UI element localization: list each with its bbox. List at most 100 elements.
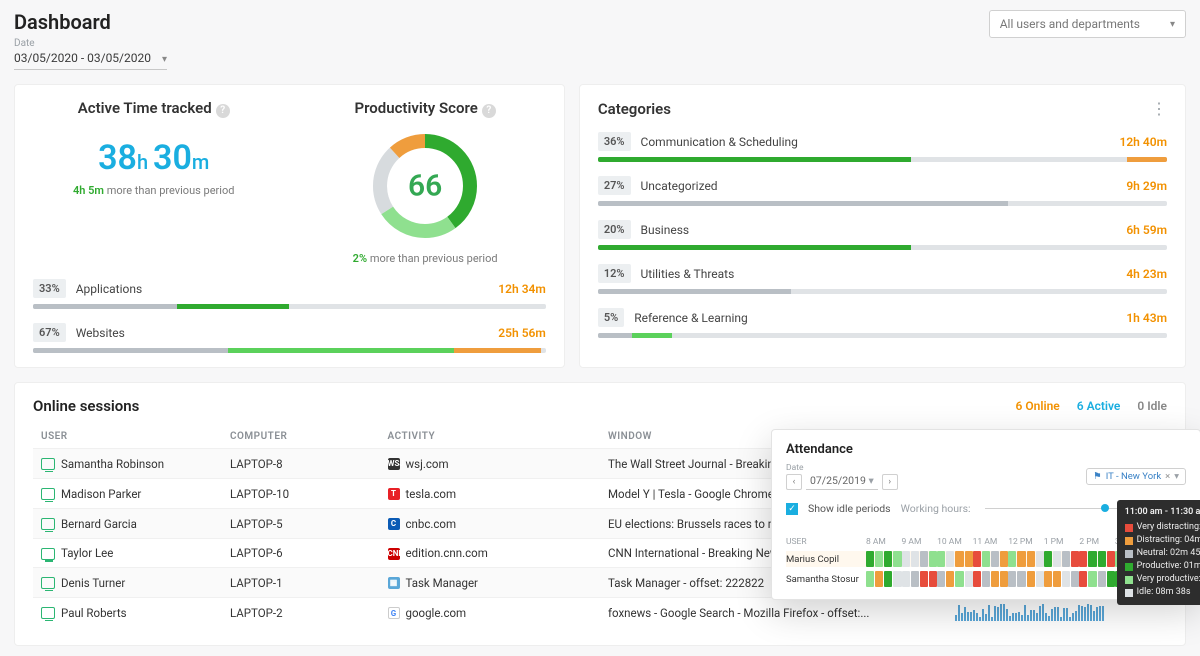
chevron-down-icon: ▾ (162, 54, 167, 65)
row-name: Reference & Learning (634, 311, 748, 325)
attendance-cell[interactable] (937, 571, 973, 587)
monitor-icon (41, 458, 55, 470)
attendance-cell[interactable] (973, 571, 1009, 587)
percent-badge: 36% (598, 132, 631, 151)
monitor-icon (41, 548, 55, 560)
attendance-cell[interactable] (1079, 571, 1115, 587)
active-time-card: Active Time tracked? 38h 30m 4h 5m more … (14, 84, 565, 368)
sparkline (955, 604, 1105, 621)
favicon-icon: ▦ (388, 577, 400, 589)
attendance-col-user: USER (786, 537, 866, 547)
row-name: Applications (76, 282, 142, 296)
help-icon[interactable]: ? (482, 104, 496, 118)
category-row[interactable]: 20% Business 6h 59m (598, 220, 1167, 250)
hour-label: 10 AM (937, 537, 973, 547)
row-time: 1h 43m (1126, 311, 1167, 325)
attendance-cell[interactable] (1008, 551, 1044, 567)
page-title: Dashboard (14, 10, 167, 34)
productivity-score: 66 (408, 169, 442, 204)
bar-chart (598, 245, 1167, 250)
row-time: 12h 34m (498, 282, 546, 296)
productivity-title: Productivity Score? (304, 99, 545, 118)
monitor-icon (41, 577, 55, 589)
bar-chart (33, 348, 546, 353)
table-row[interactable]: Paul Roberts LAPTOP-2 Ggoogle.com foxnew… (33, 598, 1167, 628)
favicon-icon: T (388, 488, 400, 500)
col-activity[interactable]: ACTIVITY (380, 425, 601, 449)
filter-placeholder: All users and departments (1000, 17, 1140, 31)
more-icon[interactable]: ⋮ (1151, 99, 1167, 118)
hour-label: 8 AM (866, 537, 902, 547)
attendance-cell[interactable] (902, 551, 938, 567)
attendance-tooltip: 11:00 am - 11:30 am Very distracting: 10… (1117, 500, 1200, 605)
attendance-cell[interactable] (902, 571, 938, 587)
date-label: Date (14, 38, 167, 49)
attendance-user-name: Marius Copil (786, 554, 866, 565)
row-name: Business (641, 223, 690, 237)
help-icon[interactable]: ? (216, 104, 230, 118)
row-time: 6h 59m (1126, 223, 1167, 237)
attendance-cell[interactable] (866, 571, 902, 587)
percent-badge: 20% (598, 220, 631, 239)
attendance-date-value: 07/25/2019 ▾ (806, 473, 878, 490)
col-user[interactable]: USER (33, 425, 222, 449)
sessions-title: Online sessions (33, 397, 139, 415)
bar-chart (598, 333, 1167, 338)
breakdown-row[interactable]: 67% Websites 25h 56m (33, 323, 546, 353)
attendance-group-filter[interactable]: ⚑IT - New York × ▾ (1086, 468, 1186, 485)
chevron-down-icon: ▾ (1170, 19, 1175, 30)
row-time: 12h 40m (1119, 135, 1167, 149)
favicon-icon: CNN (388, 548, 400, 560)
online-sessions-card: Online sessions 6 Online 6 Active 0 Idle… (14, 382, 1186, 646)
chevron-right-icon[interactable]: › (882, 474, 898, 490)
percent-badge: 67% (33, 323, 66, 342)
chevron-left-icon[interactable]: ‹ (786, 474, 802, 490)
row-name: Communication & Scheduling (641, 135, 798, 149)
attendance-date-picker[interactable]: ‹ 07/25/2019 ▾ › (786, 473, 898, 490)
bar-chart (598, 157, 1167, 162)
favicon-icon: WSJ (388, 458, 400, 470)
attendance-cell[interactable] (937, 551, 973, 567)
breakdown-row[interactable]: 33% Applications 12h 34m (33, 279, 546, 309)
attendance-cell[interactable] (1044, 571, 1080, 587)
percent-badge: 5% (598, 308, 624, 327)
attendance-cell[interactable] (1008, 571, 1044, 587)
attendance-popup: Attendance Date ‹ 07/25/2019 ▾ › ⚑IT - N… (771, 429, 1200, 600)
category-row[interactable]: 36% Communication & Scheduling 12h 40m (598, 132, 1167, 162)
monitor-icon (41, 607, 55, 619)
active-time-title: Active Time tracked? (33, 99, 274, 118)
attendance-cell[interactable] (866, 551, 902, 567)
attendance-title: Attendance (786, 442, 1186, 457)
filter-users-dropdown[interactable]: All users and departments ▾ (989, 10, 1186, 38)
monitor-icon (41, 488, 55, 500)
close-icon[interactable]: × (1165, 471, 1170, 482)
percent-badge: 33% (33, 279, 66, 298)
hour-label: 12 PM (1008, 537, 1044, 547)
categories-title: Categories (598, 100, 671, 118)
productivity-donut: 66 (365, 126, 485, 246)
hour-label: 2 PM (1079, 537, 1115, 547)
row-time: 9h 29m (1126, 179, 1167, 193)
attendance-cell[interactable] (1044, 551, 1080, 567)
category-row[interactable]: 12% Utilities & Threats 4h 23m (598, 264, 1167, 294)
col-computer[interactable]: COMPUTER (222, 425, 380, 449)
working-hours-label: Working hours: (901, 502, 971, 515)
bar-chart (598, 289, 1167, 294)
show-idle-checkbox[interactable]: ✓ (786, 503, 798, 515)
percent-badge: 12% (598, 264, 631, 283)
bar-chart (33, 304, 546, 309)
count-active: 6 Active (1077, 399, 1121, 413)
productivity-delta: 2% more than previous period (304, 252, 545, 265)
row-name: Uncategorized (641, 179, 718, 193)
attendance-cell[interactable] (1079, 551, 1115, 567)
date-range-value: 03/05/2020 - 03/05/2020 (14, 51, 151, 65)
categories-card: Categories ⋮ 36% Communication & Schedul… (579, 84, 1186, 368)
category-row[interactable]: 5% Reference & Learning 1h 43m (598, 308, 1167, 338)
row-time: 25h 56m (498, 326, 546, 340)
date-range-picker[interactable]: 03/05/2020 - 03/05/2020 ▾ (14, 49, 167, 70)
category-row[interactable]: 27% Uncategorized 9h 29m (598, 176, 1167, 206)
attendance-cell[interactable] (973, 551, 1009, 567)
hour-label: 1 PM (1044, 537, 1080, 547)
attendance-date-label: Date (786, 463, 898, 473)
favicon-icon: G (388, 607, 400, 619)
